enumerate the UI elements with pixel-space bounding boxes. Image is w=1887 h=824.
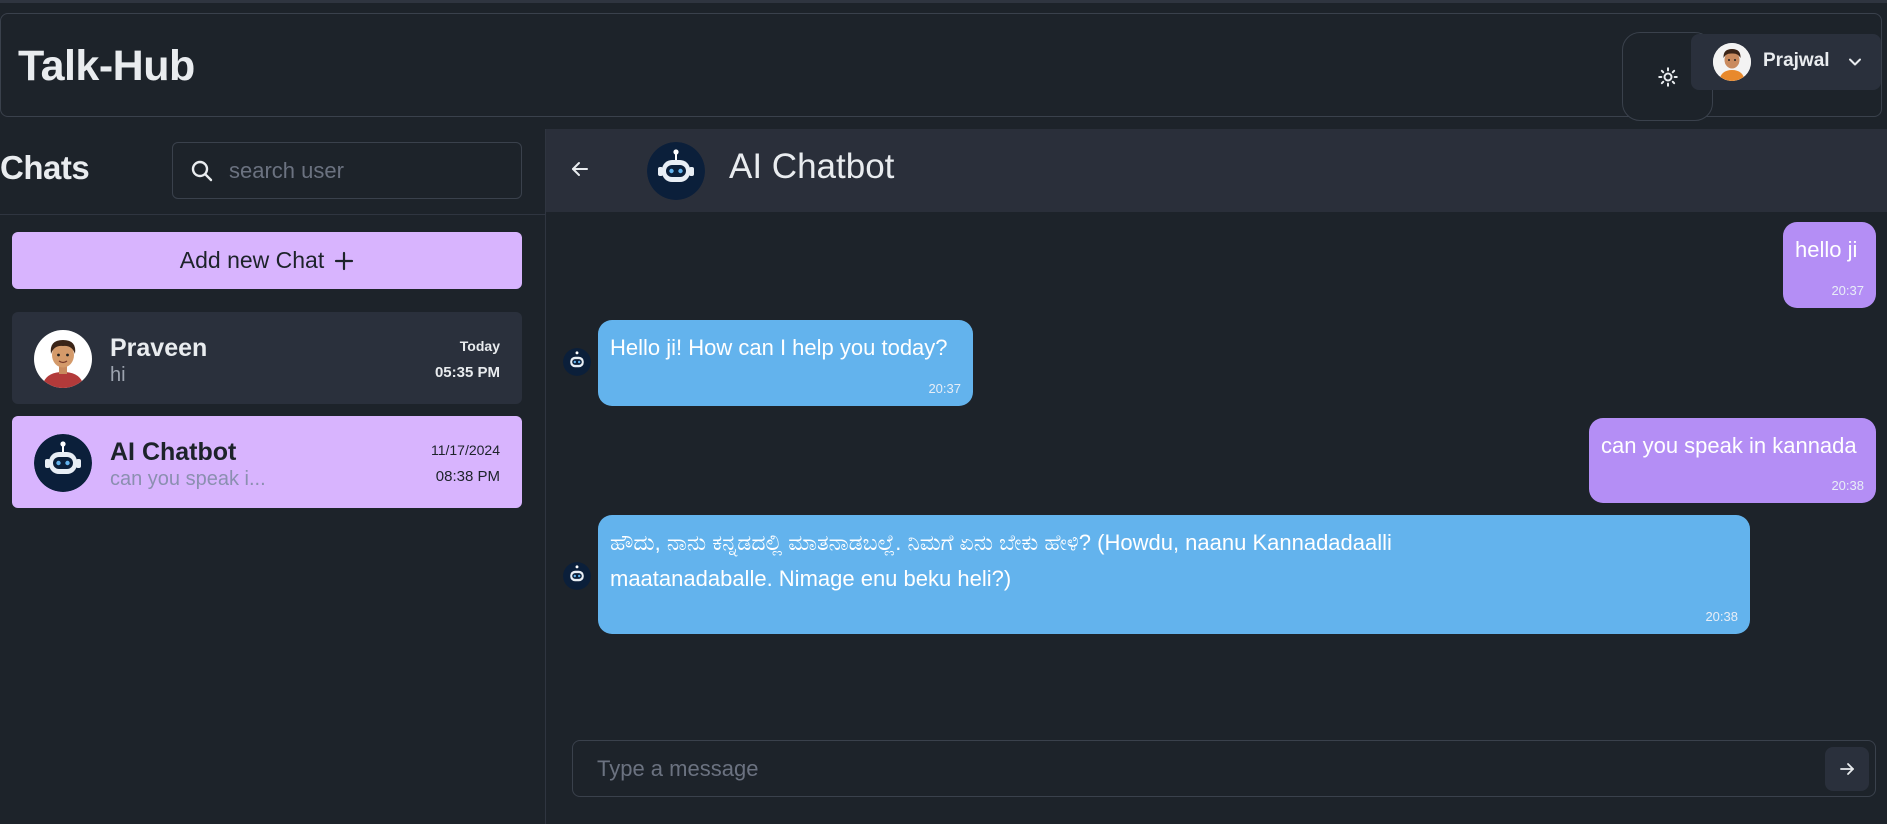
chat-name: Praveen [110, 334, 208, 362]
message-text-line: ಹೌದು, ನಾನು ಕನ್ನಡದಲ್ಲಿ ಮಾತನಾಡಬಲ್ಲೆ. ನಿಮಗೆ… [610, 530, 1392, 555]
chevron-down-icon [1849, 58, 1861, 66]
chat-list-item-ai-chatbot[interactable]: AI Chatbot can you speak i... 11/17/2024… [12, 416, 522, 508]
search-icon [191, 160, 213, 182]
chat-time: 08:38 PM [435, 468, 500, 485]
sun-icon [1657, 66, 1678, 87]
add-new-chat-button[interactable]: Add new Chat [12, 232, 522, 289]
message-text: Hello ji! How can I help you today? [610, 335, 948, 360]
message-composer [572, 740, 1876, 797]
user-menu-button[interactable]: Prajwal [1691, 34, 1881, 90]
chat-name: AI Chatbot [110, 438, 237, 466]
chat-time: 05:35 PM [434, 364, 500, 381]
robot-avatar-icon [34, 434, 92, 492]
message-incoming: Hello ji! How can I help you today? 20:3… [598, 320, 973, 406]
send-button[interactable] [1825, 747, 1869, 791]
chat-date: Today [459, 338, 500, 354]
avatar [34, 330, 92, 388]
user-name: Prajwal [1763, 50, 1830, 71]
back-arrow-icon[interactable] [570, 159, 590, 179]
chat-list-item-praveen[interactable]: Praveen hi Today 05:35 PM [12, 312, 522, 404]
message-time: 20:38 [1705, 609, 1738, 624]
chat-preview: can you speak i... [110, 468, 266, 490]
plus-icon [335, 251, 354, 270]
message-time: 20:37 [1831, 283, 1864, 298]
message-outgoing: can you speak in kannada 20:38 [1589, 418, 1876, 503]
navbar: Talk-Hub Prajwal [0, 13, 1882, 121]
panel-divider [545, 129, 546, 824]
sidebar-divider [0, 214, 545, 215]
user-avatar-icon [1713, 43, 1751, 81]
message-text: can you speak in kannada [1601, 433, 1857, 458]
message-incoming: ಹೌದು, ನಾನು ಕನ್ನಡದಲ್ಲಿ ಮಾತನಾಡಬಲ್ಲೆ. ನಿಮಗೆ… [598, 515, 1750, 634]
search-box [172, 142, 522, 199]
chat-preview: hi [110, 364, 126, 386]
top-border [0, 0, 1887, 3]
app-brand[interactable]: Talk-Hub [18, 42, 195, 91]
conversation-header: AI Chatbot [546, 129, 1887, 212]
chat-date: 11/17/2024 [430, 442, 500, 458]
search-input[interactable] [229, 153, 509, 189]
bot-icon [563, 348, 591, 376]
message-outgoing: hello ji 20:37 [1783, 222, 1876, 308]
add-new-chat-label: Add new Chat [179, 247, 325, 273]
message-time: 20:37 [928, 381, 961, 396]
message-time: 20:38 [1831, 478, 1864, 493]
message-input[interactable] [597, 751, 1777, 787]
conversation-title: AI Chatbot [729, 147, 895, 186]
sidebar-title: Chats [0, 149, 90, 186]
bot-icon [563, 562, 591, 590]
robot-avatar-icon [647, 142, 705, 200]
message-text: hello ji [1795, 237, 1858, 262]
message-text-line: maatanadaballe. Nimage enu beku heli?) [610, 566, 1012, 591]
send-arrow-icon [1840, 763, 1854, 775]
